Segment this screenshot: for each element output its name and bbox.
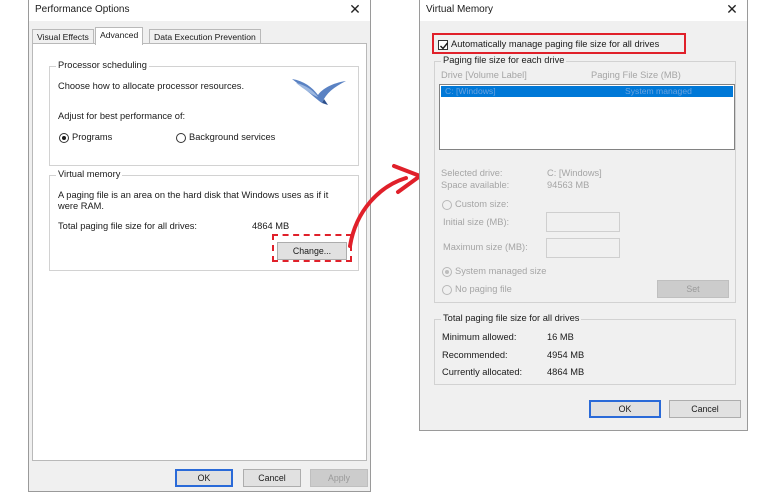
currently-allocated-label: Currently allocated: [442,367,523,377]
minimum-allowed-value: 16 MB [547,332,574,342]
space-available-value: 94563 MB [547,180,590,190]
paging-each-drive-group: Paging file size for each drive Drive [V… [434,55,736,303]
virtual-memory-label: Virtual memory [56,169,123,179]
performance-options-dialog: Performance Options ✕ Visual Effects Adv… [28,0,371,492]
advanced-panel: Processor scheduling Choose how to alloc… [32,43,367,461]
minimum-allowed-label: Minimum allowed: [442,332,517,342]
vm-dialog-title: Virtual Memory [426,4,494,15]
currently-allocated-value: 4864 MB [547,367,585,377]
vm-cancel-button[interactable]: Cancel [669,400,741,418]
space-available-label: Space available: [441,180,510,190]
adjust-label: Adjust for best performance of: [58,111,186,121]
ok-button[interactable]: OK [175,469,233,487]
vm-ok-button[interactable]: OK [589,400,661,418]
vm-close-icon[interactable]: ✕ [723,0,741,18]
programs-radio[interactable] [59,133,69,143]
auto-manage-highlight [432,33,686,54]
system-managed-radio[interactable] [442,267,452,277]
no-paging-radio[interactable] [442,285,452,295]
total-paging-group-label: Total paging file size for all drives [441,313,582,323]
recommended-label: Recommended: [442,350,508,360]
bird-icon [292,79,346,105]
background-services-label[interactable]: Background services [189,132,275,142]
maximum-size-input[interactable] [546,238,620,258]
processor-desc: Choose how to allocate processor resourc… [58,81,245,91]
total-paging-value: 4864 MB [252,221,290,231]
total-paging-label: Total paging file size for all drives: [58,221,198,231]
cancel-button[interactable]: Cancel [243,469,301,487]
drive-list[interactable]: C: [Windows] System managed [439,84,735,150]
drive-column-header: Drive [Volume Label] [441,70,527,80]
system-managed-label[interactable]: System managed size [455,266,546,276]
initial-size-label: Initial size (MB): [443,217,510,227]
programs-label[interactable]: Programs [72,132,112,142]
custom-size-label[interactable]: Custom size: [455,199,509,209]
tab-data-execution-prevention[interactable]: Data Execution Prevention [149,29,261,44]
apply-button[interactable]: Apply [310,469,368,487]
dialog-title: Performance Options [35,4,130,15]
no-paging-label[interactable]: No paging file [455,284,512,294]
set-button[interactable]: Set [657,280,729,298]
close-icon[interactable]: ✕ [346,0,364,18]
total-paging-group: Total paging file size for all drives Mi… [434,313,736,385]
vm-desc-line2: were RAM. [58,201,104,211]
custom-size-radio[interactable] [442,200,452,210]
drive-row-name: C: [Windows] [445,86,496,96]
maximum-size-label: Maximum size (MB): [443,242,528,252]
processor-scheduling-group: Processor scheduling Choose how to alloc… [49,60,359,166]
tab-advanced[interactable]: Advanced [95,27,144,45]
drive-row-size: System managed [625,86,692,96]
selected-drive-value: C: [Windows] [547,168,602,178]
recommended-value: 4954 MB [547,350,585,360]
selected-drive-label: Selected drive: [441,168,503,178]
tab-visual-effects[interactable]: Visual Effects [32,29,94,44]
initial-size-input[interactable] [546,212,620,232]
background-services-radio[interactable] [176,133,186,143]
virtual-memory-dialog: Virtual Memory ✕ Automatically manage pa… [419,0,748,431]
paging-each-drive-label: Paging file size for each drive [441,55,567,65]
vm-title-bar: Virtual Memory ✕ [420,0,747,21]
vm-desc-line1: A paging file is an area on the hard dis… [58,190,329,200]
title-bar: Performance Options ✕ [29,0,370,21]
size-column-header: Paging File Size (MB) [591,70,681,80]
drive-row[interactable]: C: [Windows] System managed [441,86,733,97]
processor-scheduling-label: Processor scheduling [56,60,149,70]
